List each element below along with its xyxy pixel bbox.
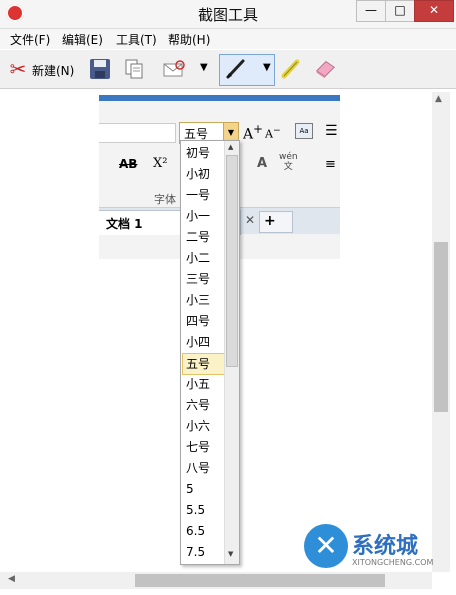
font-size-option[interactable]: 七号 [183,437,226,457]
font-size-option[interactable]: 5.5 [183,500,226,520]
watermark-subtext: XITONGCHENG.COM [352,558,434,567]
font-size-option[interactable]: 六号 [183,395,226,415]
menu-edit[interactable]: 编辑(E) [62,31,103,48]
tab-document-1-label: 文档 1 [106,217,143,231]
font-shading-button[interactable]: A [257,156,267,171]
font-size-option[interactable]: 7.5 [183,542,226,562]
scroll-up-icon[interactable]: ▲ [435,94,442,104]
font-size-option[interactable]: 小四 [183,332,226,352]
menu-bar: 文件(F) 编辑(E) 工具(T) 帮助(H) [0,29,456,49]
vertical-scrollbar[interactable]: ▲ [432,92,450,572]
close-button[interactable]: ✕ [414,0,454,22]
font-size-option[interactable]: 三号 [183,269,226,289]
phonetic-guide-button[interactable]: wén 文 [279,152,298,172]
site-watermark: ✕ 系统城 XITONGCHENG.COM [300,520,450,574]
font-name-input[interactable] [99,123,176,143]
copy-icon[interactable] [122,57,146,81]
phonetic-pinyin: wén [279,152,298,162]
clear-formatting-icon[interactable]: Aa [295,123,313,139]
superscript-button[interactable]: X² [153,156,167,171]
font-size-dropdown: 初号 小初 一号 小一 二号 小二 三号 小三 四号 小四 五号 小五 六号 小… [180,140,240,565]
new-tab-button[interactable]: + [259,211,293,233]
shrink-font-button[interactable]: A− [265,125,281,141]
pen-icon[interactable] [224,57,248,81]
horizontal-scroll-thumb[interactable] [135,574,385,587]
font-size-option[interactable]: 小五 [183,374,226,394]
scissors-icon[interactable]: ✂ [6,57,30,81]
shrink-font-minus: − [272,125,281,136]
vertical-scroll-thumb[interactable] [434,242,448,412]
scroll-down-icon[interactable]: ▼ [228,550,233,558]
send-email-icon[interactable] [162,57,186,81]
maximize-button[interactable]: □ [385,0,415,22]
dropdown-scroll-thumb[interactable] [226,155,238,367]
strikethrough-button[interactable]: AB [119,157,137,171]
menu-tools[interactable]: 工具(T) [116,31,157,48]
phonetic-char: 文 [283,162,293,172]
font-size-option[interactable]: 小一 [183,206,226,226]
menu-file[interactable]: 文件(F) [10,31,50,48]
save-icon[interactable] [88,57,112,81]
menu-help[interactable]: 帮助(H) [168,31,210,48]
highlighter-icon[interactable] [279,57,303,81]
new-snip-button[interactable]: 新建(N) [32,62,74,79]
font-group-label: 字体 [154,193,176,206]
font-size-option[interactable]: 初号 [183,143,226,163]
align-justify-icon[interactable]: ≡ [325,157,336,172]
toolbar: ✂ 新建(N) ▼ ▼ [0,50,456,89]
font-size-option[interactable]: 6.5 [183,521,226,541]
close-icon[interactable]: ✕ [245,213,255,227]
font-size-option-selected[interactable]: 五号 [182,353,227,375]
font-size-option[interactable]: 小六 [183,416,226,436]
shrink-font-letter: A [265,127,273,141]
grow-font-plus: + [253,122,263,136]
font-size-option[interactable]: 八号 [183,458,226,478]
minimize-button[interactable]: — [356,0,386,22]
font-size-option[interactable]: 二号 [183,227,226,247]
eraser-icon[interactable] [313,57,337,81]
font-size-option[interactable]: 四号 [183,311,226,331]
font-size-option[interactable]: 一号 [183,185,226,205]
font-size-option[interactable]: 5 [183,479,226,499]
pen-dropdown-arrow-icon[interactable]: ▼ [263,62,271,73]
dropdown-scrollbar[interactable]: ▲ ▼ [224,141,239,564]
watermark-text: 系统城 [352,534,419,559]
font-size-option[interactable]: 小初 [183,164,226,184]
send-dropdown-arrow-icon[interactable]: ▼ [200,62,208,73]
horizontal-scrollbar[interactable]: ◀ [0,572,432,589]
watermark-logo-icon: ✕ [304,524,348,568]
grow-font-button[interactable]: A+ [243,122,263,143]
scroll-left-icon[interactable]: ◀ [8,574,15,584]
grow-font-letter: A [243,126,254,143]
scroll-up-icon[interactable]: ▲ [228,143,233,151]
font-size-option[interactable]: 小三 [183,290,226,310]
title-bar: 截图工具 — □ ✕ [0,0,456,29]
font-size-option[interactable]: 小二 [183,248,226,268]
bullet-list-icon[interactable]: ☰ [325,123,338,139]
